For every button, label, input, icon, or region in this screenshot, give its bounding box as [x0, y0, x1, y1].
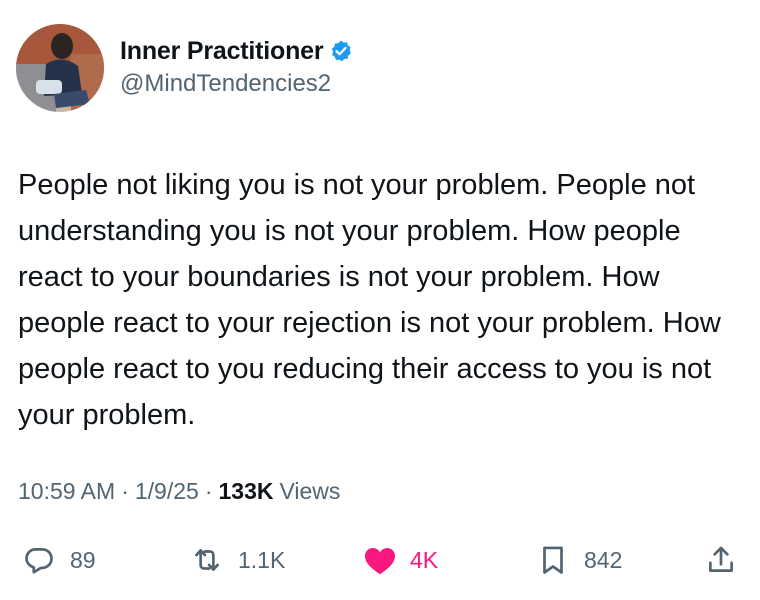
- verified-badge-icon[interactable]: [329, 39, 353, 63]
- speech-bubble-icon: [22, 543, 56, 577]
- meta-separator: ·: [204, 478, 213, 504]
- views-label: Views: [279, 478, 341, 504]
- tweet-card: Inner Practitioner @MindTendencies2 Peop…: [0, 0, 760, 600]
- share-upload-icon: [704, 543, 738, 577]
- author-names: Inner Practitioner @MindTendencies2: [120, 36, 353, 98]
- reply-count: 89: [70, 546, 96, 573]
- tweet-actions: 89 1.1K 4K 842: [0, 535, 760, 585]
- repost-count: 1.1K: [238, 546, 286, 573]
- like-count: 4K: [410, 546, 439, 573]
- tweet-header: Inner Practitioner @MindTendencies2: [16, 24, 353, 112]
- repost-arrows-icon: [190, 543, 224, 577]
- avatar[interactable]: [16, 24, 104, 112]
- reply-button[interactable]: 89: [22, 535, 96, 585]
- bookmark-button[interactable]: 842: [536, 535, 622, 585]
- heart-icon: [362, 543, 396, 577]
- tweet-time[interactable]: 10:59 AM: [18, 478, 115, 505]
- display-name[interactable]: Inner Practitioner: [120, 37, 324, 66]
- share-button[interactable]: [704, 535, 738, 585]
- author-handle[interactable]: @MindTendencies2: [120, 70, 353, 98]
- meta-separator: ·: [121, 478, 129, 504]
- display-name-row: Inner Practitioner: [120, 36, 353, 66]
- views-count: 133K: [218, 478, 274, 504]
- bookmark-count: 842: [584, 546, 623, 573]
- avatar-photo: [16, 24, 104, 112]
- bookmark-icon: [536, 543, 570, 577]
- tweet-meta: 10:59 AM · 1/9/25 · 133K Views: [18, 478, 340, 505]
- like-button[interactable]: 4K: [362, 535, 438, 585]
- tweet-date[interactable]: 1/9/25: [135, 478, 199, 505]
- tweet-text: People not liking you is not your proble…: [18, 169, 721, 431]
- repost-button[interactable]: 1.1K: [190, 535, 285, 585]
